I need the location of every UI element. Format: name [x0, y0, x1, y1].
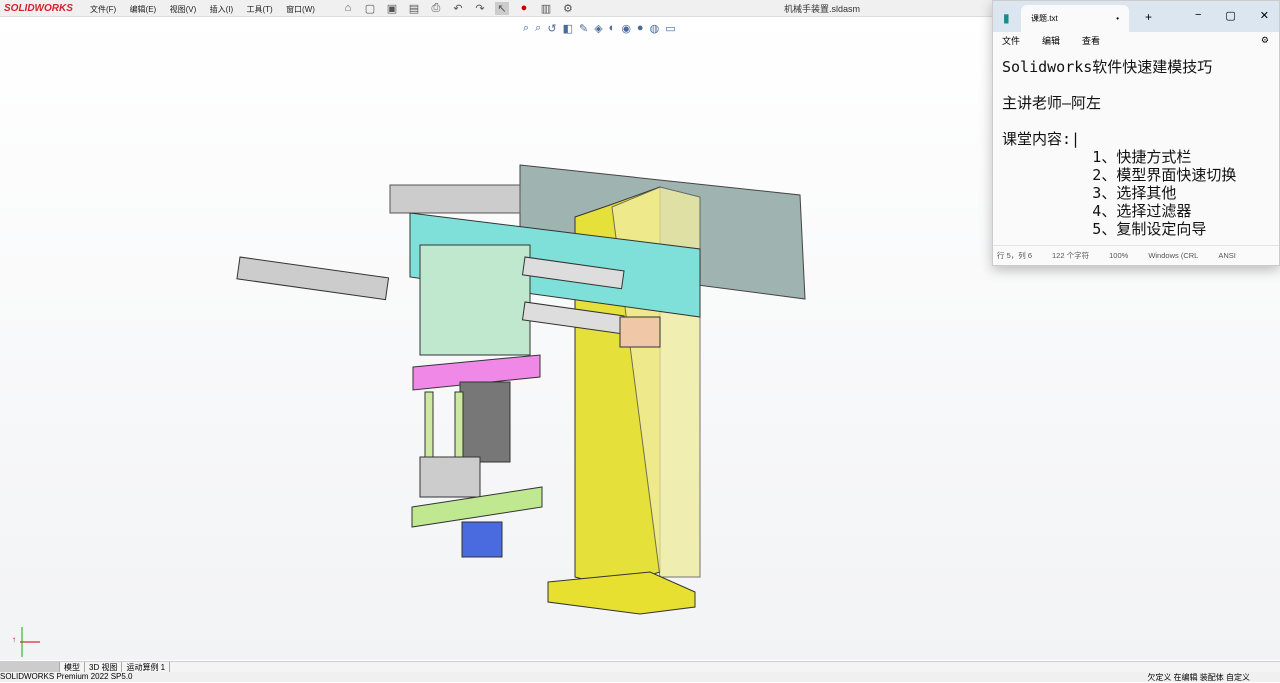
- line-ending: Windows (CRL: [1148, 251, 1199, 260]
- version-text: SOLIDWORKS Premium 2022 SP5.0: [0, 672, 133, 681]
- np-menu-edit[interactable]: 编辑: [1042, 34, 1060, 47]
- tab-3d-views[interactable]: 3D 视图: [85, 662, 123, 672]
- text-line: 2、模型界面快速切换: [1002, 166, 1237, 184]
- menu-file[interactable]: 文件(F): [90, 5, 116, 14]
- menu-view[interactable]: 视图(V): [170, 5, 197, 14]
- previous-view-icon[interactable]: ↺: [547, 22, 556, 35]
- close-icon[interactable]: ✕: [1260, 9, 1269, 22]
- tab-label: 课题.txt: [1031, 14, 1058, 23]
- section-view-icon[interactable]: ◧: [563, 22, 573, 35]
- solidworks-logo: SOLIDWORKS: [4, 2, 73, 14]
- encoding: ANSI: [1218, 251, 1236, 260]
- display-style-icon[interactable]: ◐: [609, 22, 616, 35]
- notepad-text-area[interactable]: Solidworks软件快速建模技巧 主讲老师—阿左 课堂内容:| 1、快捷方式…: [993, 48, 1279, 238]
- tab-motion-study[interactable]: 运动算例 1: [122, 662, 171, 672]
- appearance-icon[interactable]: ●: [637, 22, 644, 35]
- notepad-window: ▮ 课题.txt • + − ▢ ✕ 文件 编辑 查看 ⚙ Solidworks…: [992, 0, 1280, 266]
- undo-icon[interactable]: ↶: [451, 2, 465, 15]
- home-icon[interactable]: ⌂: [341, 2, 355, 15]
- notepad-tab[interactable]: 课题.txt •: [1021, 5, 1129, 32]
- text-line: 1、快捷方式栏: [1002, 148, 1192, 166]
- hide-show-icon[interactable]: ◉: [621, 22, 631, 35]
- char-count: 122 个字符: [1052, 251, 1090, 260]
- new-tab-icon[interactable]: +: [1145, 10, 1152, 24]
- notepad-titlebar: ▮ 课题.txt • + − ▢ ✕: [993, 1, 1279, 32]
- status-bar: SOLIDWORKS Premium 2022 SP5.0 欠定义 在编辑 装配…: [0, 672, 1280, 682]
- file-properties-icon[interactable]: ▥: [539, 2, 553, 15]
- svg-text:↑: ↑: [12, 635, 16, 644]
- dynamic-annotation-icon[interactable]: ✎: [579, 22, 588, 35]
- text-line: 课堂内容:|: [1002, 130, 1081, 148]
- zoom-fit-icon[interactable]: ⌕: [523, 22, 529, 35]
- heads-up-toolbar: ⌕ ⌕ ↺ ◧ ✎ ◈ ◐ ◉ ● ◍ ▭: [523, 22, 676, 35]
- tab-scroll-controls[interactable]: [0, 662, 60, 672]
- minimize-icon[interactable]: −: [1195, 9, 1201, 22]
- document-tabs: 模型 3D 视图 运动算例 1: [0, 661, 1280, 672]
- notepad-status-bar: 行 5，列 6 122 个字符 100% Windows (CRL ANSI: [993, 245, 1279, 265]
- zoom-level: 100%: [1109, 251, 1129, 260]
- document-title: 机械手装置.sldasm: [784, 4, 861, 14]
- cursor-position: 行 5，列 6: [997, 251, 1033, 260]
- np-menu-view[interactable]: 查看: [1082, 34, 1100, 47]
- np-menu-file[interactable]: 文件: [1002, 34, 1020, 47]
- text-line: [1002, 112, 1279, 130]
- view-settings-icon[interactable]: ▭: [665, 22, 675, 35]
- text-line: 3、选择其他: [1002, 184, 1177, 202]
- text-line: [1002, 76, 1279, 94]
- maximize-icon[interactable]: ▢: [1225, 9, 1235, 22]
- rebuild-icon[interactable]: ●: [517, 2, 531, 15]
- menu-bar: 文件(F) 编辑(E) 视图(V) 插入(I) 工具(T) 窗口(W): [90, 1, 325, 15]
- zoom-area-icon[interactable]: ⌕: [535, 22, 541, 35]
- menu-edit[interactable]: 编辑(E): [130, 5, 157, 14]
- text-line: 5、复制设定向导: [1002, 220, 1207, 238]
- view-orientation-icon[interactable]: ◈: [594, 22, 602, 35]
- new-icon[interactable]: ▢: [363, 2, 377, 15]
- options-gear-icon[interactable]: ⚙: [561, 2, 575, 15]
- menu-window[interactable]: 窗口(W): [286, 5, 315, 14]
- tab-close-dot-icon[interactable]: •: [1116, 14, 1119, 23]
- redo-icon[interactable]: ↷: [473, 2, 487, 15]
- select-icon[interactable]: ↖: [494, 1, 509, 15]
- tab-model[interactable]: 模型: [60, 662, 85, 672]
- quick-access-toolbar: ⌂ ▢ ▣ ▤ ⎙ ↶ ↷ ↖ ● ▥ ⚙: [341, 1, 575, 15]
- notepad-menu: 文件 编辑 查看 ⚙: [993, 32, 1279, 48]
- scene-icon[interactable]: ◍: [650, 22, 660, 35]
- menu-insert[interactable]: 插入(I): [210, 5, 234, 14]
- settings-gear-icon[interactable]: ⚙: [1261, 35, 1269, 46]
- save-icon[interactable]: ▤: [407, 2, 421, 15]
- open-icon[interactable]: ▣: [385, 2, 399, 15]
- text-line: 4、选择过滤器: [1002, 202, 1192, 220]
- menu-tools[interactable]: 工具(T): [247, 5, 273, 14]
- text-line: 主讲老师—阿左: [1002, 94, 1102, 112]
- print-icon[interactable]: ⎙: [429, 2, 443, 15]
- status-right: 欠定义 在编辑 装配体 自定义: [1147, 673, 1250, 682]
- notepad-icon: ▮: [1003, 11, 1010, 25]
- text-line: Solidworks软件快速建模技巧: [1002, 58, 1213, 76]
